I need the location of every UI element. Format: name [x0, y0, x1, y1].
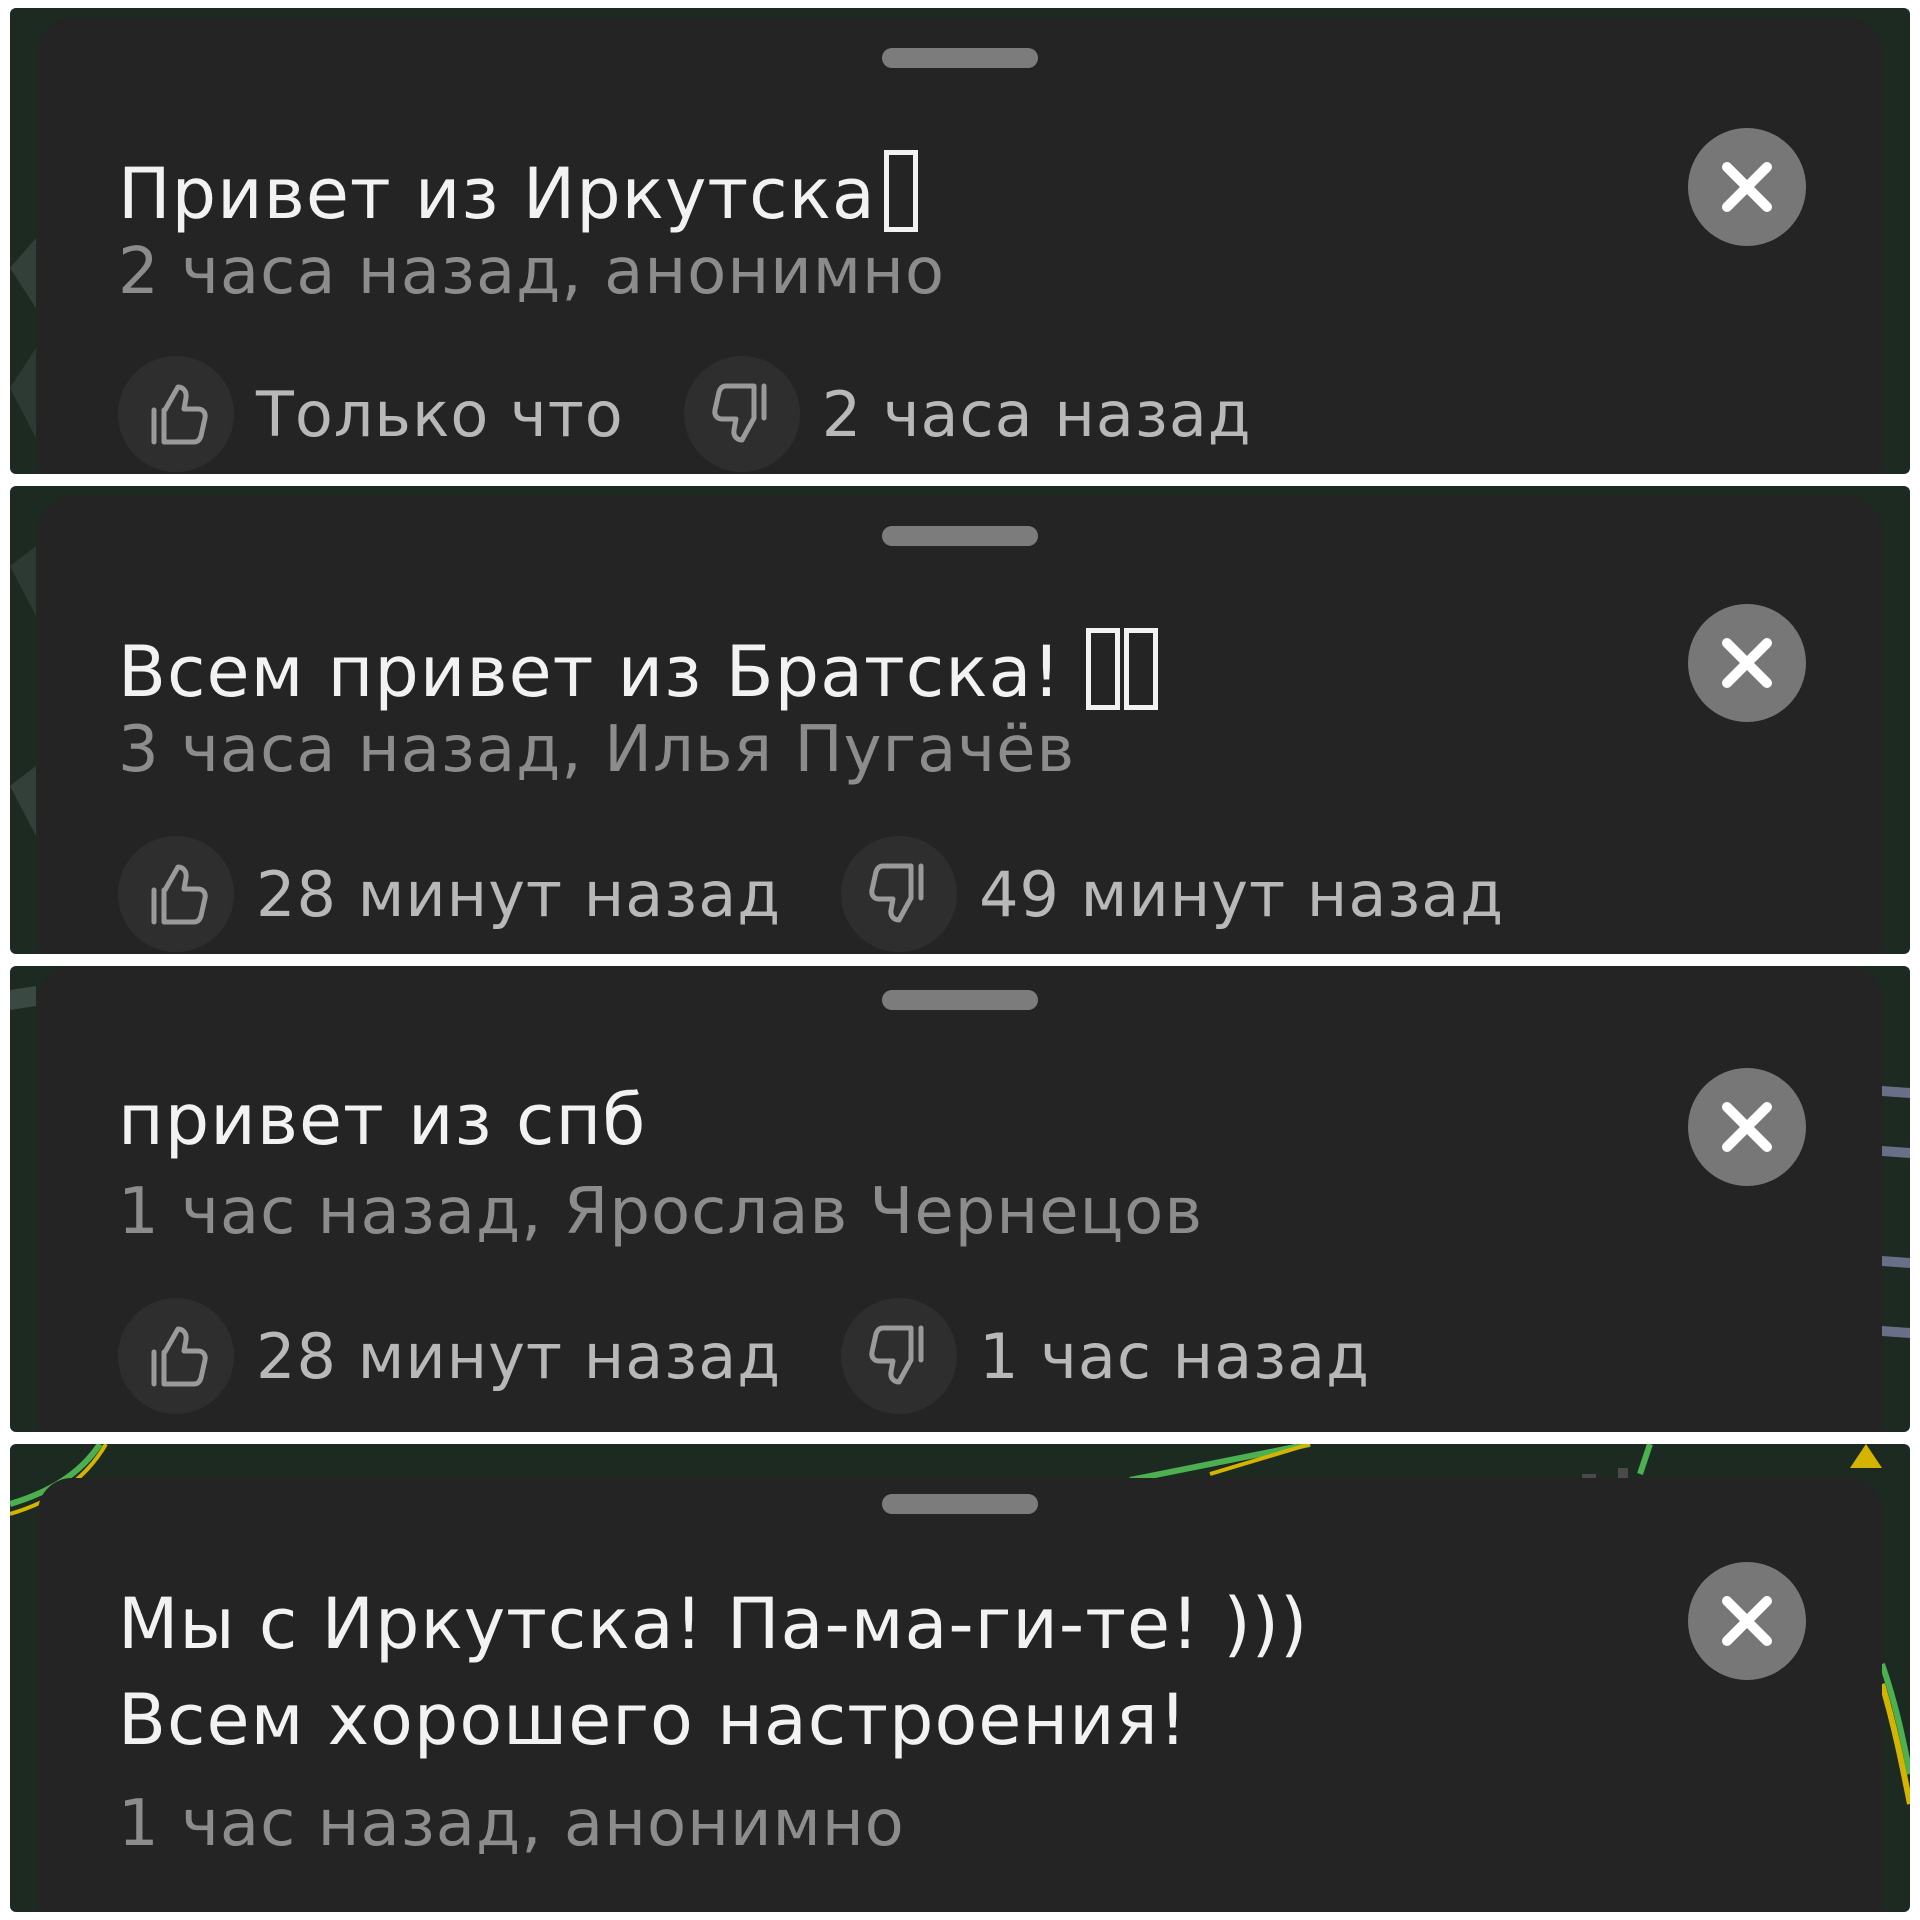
dislike-button[interactable]: 49 минут назад: [841, 836, 1504, 952]
like-button[interactable]: 28 минут назад: [118, 836, 781, 952]
close-icon: [1722, 638, 1772, 688]
thumbs-up-icon: [118, 1298, 234, 1414]
comment-title: Мы с Иркутска! Па-ма-ги-те! ))) Всем хор…: [118, 1576, 1458, 1768]
comment-title-text: Привет из Иркутска: [118, 153, 876, 235]
comment-sheet: Привет из Иркутска 2 часа назад, анонимн…: [38, 18, 1882, 474]
close-icon: [1722, 162, 1772, 212]
thumbs-down-icon: [683, 356, 800, 472]
vote-bar: 28 минут назад 1 час назад: [118, 1298, 1430, 1414]
thumbs-up-icon: [118, 356, 234, 472]
comment-meta: 1 час назад, анонимно: [118, 1787, 905, 1861]
comment-screenshots-collage: Привет из Иркутска 2 часа назад, анонимн…: [0, 0, 1920, 1920]
comment-title-text: Всем привет из Братска!: [118, 631, 1062, 713]
comment-panel-1: Привет из Иркутска 2 часа назад, анонимн…: [10, 8, 1910, 474]
comment-title-text: привет из спб: [118, 1079, 647, 1161]
drag-handle[interactable]: [882, 48, 1038, 68]
comment-title-text: Мы с Иркутска! Па-ма-ги-те! ))) Всем хор…: [118, 1583, 1309, 1761]
dislike-button[interactable]: 1 час назад: [841, 1298, 1370, 1414]
close-icon: [1722, 1596, 1772, 1646]
dislike-time-label: 1 час назад: [979, 1319, 1371, 1393]
comment-panel-4: Мы с Иркутска! Па-ма-ги-те! ))) Всем хор…: [10, 1444, 1910, 1912]
comment-sheet: Всем привет из Братска! 3 часа назад, Ил…: [38, 496, 1882, 954]
drag-handle[interactable]: [882, 990, 1038, 1010]
comment-sheet: привет из спб 1 час назад, Ярослав Черне…: [38, 966, 1882, 1432]
close-icon: [1722, 1102, 1772, 1152]
dislike-time-label: 2 часа назад: [821, 377, 1252, 451]
comment-meta: 3 часа назад, Илья Пугачёв: [118, 713, 1076, 787]
missing-emoji-glyph: [1123, 628, 1158, 710]
like-button[interactable]: 28 минут назад: [118, 1298, 781, 1414]
comment-title: Всем привет из Братска!: [118, 624, 1438, 720]
comment-meta: 1 час назад, Ярослав Чернецов: [118, 1175, 1204, 1249]
vote-bar: Только что 2 часа назад: [118, 356, 1312, 472]
drag-handle[interactable]: [882, 1494, 1038, 1514]
missing-emoji-glyph: [883, 150, 918, 232]
close-button[interactable]: [1688, 128, 1806, 246]
comment-sheet: Мы с Иркутска! Па-ма-ги-те! ))) Всем хор…: [38, 1478, 1882, 1912]
close-button[interactable]: [1688, 1068, 1806, 1186]
comment-panel-3: привет из спб 1 час назад, Ярослав Черне…: [10, 966, 1910, 1432]
comment-meta: 2 часа назад, анонимно: [118, 235, 946, 309]
comment-title: Привет из Иркутска: [118, 146, 1438, 242]
close-button[interactable]: [1688, 604, 1806, 722]
dislike-time-label: 49 минут назад: [979, 857, 1505, 931]
thumbs-down-icon: [841, 836, 958, 952]
like-time-label: Только что: [256, 377, 624, 451]
thumbs-down-icon: [841, 1298, 958, 1414]
comment-panel-2: Всем привет из Братска! 3 часа назад, Ил…: [10, 486, 1910, 954]
vote-bar: 28 минут назад 49 минут назад: [118, 836, 1564, 952]
like-time-label: 28 минут назад: [256, 857, 782, 931]
like-time-label: 28 минут назад: [256, 1319, 782, 1393]
drag-handle[interactable]: [882, 526, 1038, 546]
missing-emoji-glyph: [1085, 628, 1120, 710]
like-button[interactable]: Только что: [118, 356, 624, 472]
comment-title: привет из спб: [118, 1072, 1438, 1168]
thumbs-up-icon: [118, 836, 234, 952]
dislike-button[interactable]: 2 часа назад: [683, 356, 1252, 472]
close-button[interactable]: [1688, 1562, 1806, 1680]
